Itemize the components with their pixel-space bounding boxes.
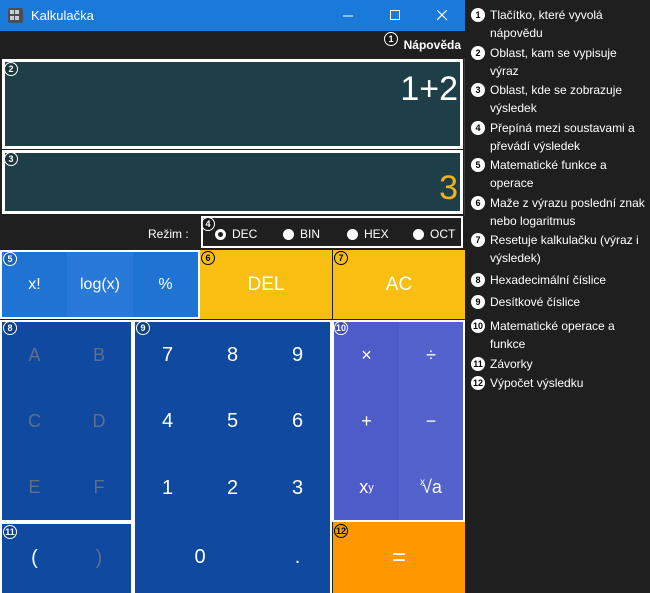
- legend-item: 1 Tlačítko, které vyvolá nápovědu: [471, 6, 648, 42]
- digit-2-button[interactable]: 2: [200, 455, 265, 522]
- digit-8-button[interactable]: 8: [200, 322, 265, 388]
- legend-item: 11 Závorky: [471, 355, 648, 373]
- radio-bin[interactable]: BIN: [283, 227, 320, 241]
- legend-item: 6 Maže z výrazu poslední znak nebo logari…: [471, 194, 648, 230]
- maximize-icon: [389, 10, 400, 20]
- legend-item: 2 Oblast, kam se vypisuje výraz: [471, 44, 648, 80]
- digit-9-button[interactable]: 9: [265, 322, 330, 388]
- percent-button[interactable]: %: [133, 252, 198, 317]
- root-button[interactable]: x √a: [399, 455, 463, 520]
- marker-2: 2: [4, 62, 18, 76]
- calculator-window: Kalkulačka Nápověda 1+2 3 Režim : DEC BI…: [0, 0, 465, 593]
- radio-selected-icon: [215, 228, 226, 240]
- power-exponent: y: [368, 481, 374, 494]
- expression-text: 1+2: [400, 70, 458, 108]
- legend-item: 12 Výpočet výsledku: [471, 376, 584, 390]
- plus-button[interactable]: +: [334, 388, 399, 455]
- power-button[interactable]: xy: [334, 455, 399, 520]
- digit-6-button[interactable]: 6: [265, 388, 330, 455]
- divide-button[interactable]: ÷: [399, 322, 463, 388]
- equals-button[interactable]: =: [333, 522, 465, 593]
- close-button[interactable]: [419, 0, 465, 31]
- close-paren-button[interactable]: ): [67, 524, 131, 593]
- marker-10: 10: [334, 321, 348, 335]
- hex-b-button[interactable]: B: [67, 322, 131, 388]
- minimize-button[interactable]: [325, 0, 371, 31]
- legend-item: 7 Resetuje kalkulačku (výraz i výsledek): [471, 231, 648, 267]
- digit-3-button[interactable]: 3: [265, 455, 330, 522]
- expression-display: 1+2: [2, 59, 463, 149]
- radio-oct[interactable]: OCT: [413, 227, 455, 241]
- radio-icon: [283, 228, 294, 240]
- digit-0-button[interactable]: 0: [135, 522, 265, 593]
- marker-9: 9: [136, 321, 150, 335]
- legend-item: 8 Hexadecimální číslice: [471, 271, 648, 289]
- close-icon: [436, 10, 447, 21]
- marker-4: 4: [201, 217, 215, 231]
- legend-panel: 1 Tlačítko, které vyvolá nápovědu 2 Oblast…: [467, 0, 650, 593]
- title-bar[interactable]: Kalkulačka: [0, 0, 465, 31]
- digit-5-button[interactable]: 5: [200, 388, 265, 455]
- window-title: Kalkulačka: [31, 8, 94, 23]
- decimal-point-button[interactable]: .: [265, 522, 330, 593]
- digit-1-button[interactable]: 1: [135, 455, 200, 522]
- delete-button[interactable]: DEL: [200, 250, 332, 319]
- marker-11: 11: [3, 525, 17, 539]
- minimize-icon: [342, 15, 353, 17]
- help-button[interactable]: Nápověda: [404, 38, 461, 52]
- marker-7: 7: [334, 251, 348, 265]
- mode-label: Režim :: [148, 227, 189, 241]
- legend-item: 5 Matematické funkce a operace: [471, 156, 648, 192]
- log-button[interactable]: log(x): [67, 252, 133, 317]
- legend-item: 10 Matematické operace a funkce: [471, 319, 615, 351]
- hex-d-button[interactable]: D: [67, 388, 131, 455]
- maximize-button[interactable]: [372, 0, 418, 31]
- result-text: 3: [439, 169, 458, 207]
- calculator-app-icon: [8, 8, 23, 23]
- all-clear-button[interactable]: AC: [333, 250, 465, 319]
- minus-button[interactable]: −: [399, 388, 463, 455]
- digit-4-button[interactable]: 4: [135, 388, 200, 455]
- mode-selector: DEC BIN HEX OCT: [201, 216, 463, 248]
- result-display: 3: [2, 150, 463, 214]
- hex-f-button[interactable]: F: [67, 455, 131, 520]
- marker-3: 3: [4, 152, 18, 166]
- radio-hex[interactable]: HEX: [347, 227, 389, 241]
- legend-item: 4 Přepíná mezi soustavami a převádí výsle…: [471, 119, 648, 155]
- hex-e-button[interactable]: E: [2, 455, 67, 520]
- power-base: x: [359, 477, 369, 497]
- marker-12: 12: [334, 524, 348, 538]
- marker-5: 5: [3, 252, 17, 266]
- radio-icon: [413, 228, 424, 240]
- hex-c-button[interactable]: C: [2, 388, 67, 455]
- radio-dec[interactable]: DEC: [215, 227, 257, 241]
- marker-6: 6: [201, 251, 215, 265]
- legend-item: 3 Oblast, kde se zobrazuje výsledek: [471, 81, 648, 117]
- marker-8: 8: [3, 321, 17, 335]
- root-symbol: √a: [422, 477, 442, 497]
- legend-item: 9 Desítkové číslice: [471, 293, 648, 311]
- marker-1: 1: [384, 32, 398, 46]
- radio-icon: [347, 228, 358, 240]
